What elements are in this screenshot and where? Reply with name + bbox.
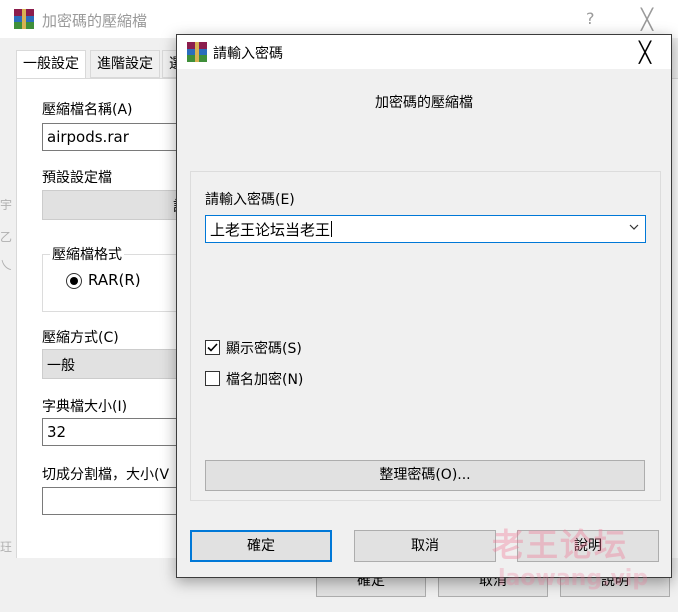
clipped-text: 宇 xyxy=(0,198,13,212)
organize-passwords-button[interactable]: 整理密碼(O)... xyxy=(205,460,645,491)
archive-name-caption: 加密碼的壓縮檔 xyxy=(375,95,473,111)
encrypt-filenames-label[interactable]: 檔名加密(N) xyxy=(226,369,303,389)
password-input[interactable]: 上老王论坛当老王 xyxy=(205,215,646,243)
radio-selected-icon[interactable] xyxy=(66,273,82,289)
password-label: 請輸入密碼(E) xyxy=(205,192,295,208)
chevron-down-icon[interactable] xyxy=(629,222,639,232)
encrypt-filenames-checkbox[interactable] xyxy=(205,371,220,386)
show-password-label[interactable]: 顯示密碼(S) xyxy=(226,338,302,358)
show-password-checkbox[interactable] xyxy=(205,340,220,355)
text-caret xyxy=(331,221,333,237)
help-icon[interactable]: ? xyxy=(586,9,595,28)
method-label: 壓縮方式(C) xyxy=(42,330,119,346)
clipped-text: 玨 xyxy=(0,540,13,554)
watermark-url: laowang.vip xyxy=(498,566,649,591)
split-size-label: 切成分割檔，大小(V xyxy=(42,467,170,483)
archive-settings-title: 加密碼的壓縮檔 xyxy=(42,12,148,30)
tab-general[interactable]: 一般設定 xyxy=(16,50,86,79)
ok-button[interactable]: 確定 xyxy=(190,530,332,562)
dictionary-label: 字典檔大小(I) xyxy=(42,399,128,415)
close-icon[interactable]: ╳ xyxy=(639,40,651,64)
format-group-label: 壓縮檔格式 xyxy=(50,244,124,264)
winrar-icon xyxy=(187,42,207,62)
winrar-icon xyxy=(14,9,34,29)
tab-advanced[interactable]: 進階設定 xyxy=(90,50,160,78)
password-dialog-titlebar: 請輸入密碼 ╳ xyxy=(177,35,671,69)
password-dialog-title: 請輸入密碼 xyxy=(213,46,283,62)
clipped-text: 乙 xyxy=(0,230,13,244)
profile-label: 預設設定檔 xyxy=(42,170,112,186)
archive-name-label: 壓縮檔名稱(A) xyxy=(42,102,133,118)
cancel-button[interactable]: 取消 xyxy=(354,530,496,562)
rar-format-option[interactable]: RAR(R) xyxy=(88,271,141,289)
password-value: 上老王论坛当老王 xyxy=(210,221,333,239)
checkmark-icon xyxy=(207,343,218,352)
clipped-text: 乀 xyxy=(0,258,13,272)
watermark-text: 老王论坛 xyxy=(492,526,629,564)
archive-settings-titlebar: 加密碼的壓縮檔 ? ╳ xyxy=(0,0,678,38)
close-icon[interactable]: ╳ xyxy=(641,7,653,31)
password-dialog: 請輸入密碼 ╳ 加密碼的壓縮檔 請輸入密碼(E) 上老王论坛当老王 顯示密碼(S… xyxy=(176,34,672,578)
